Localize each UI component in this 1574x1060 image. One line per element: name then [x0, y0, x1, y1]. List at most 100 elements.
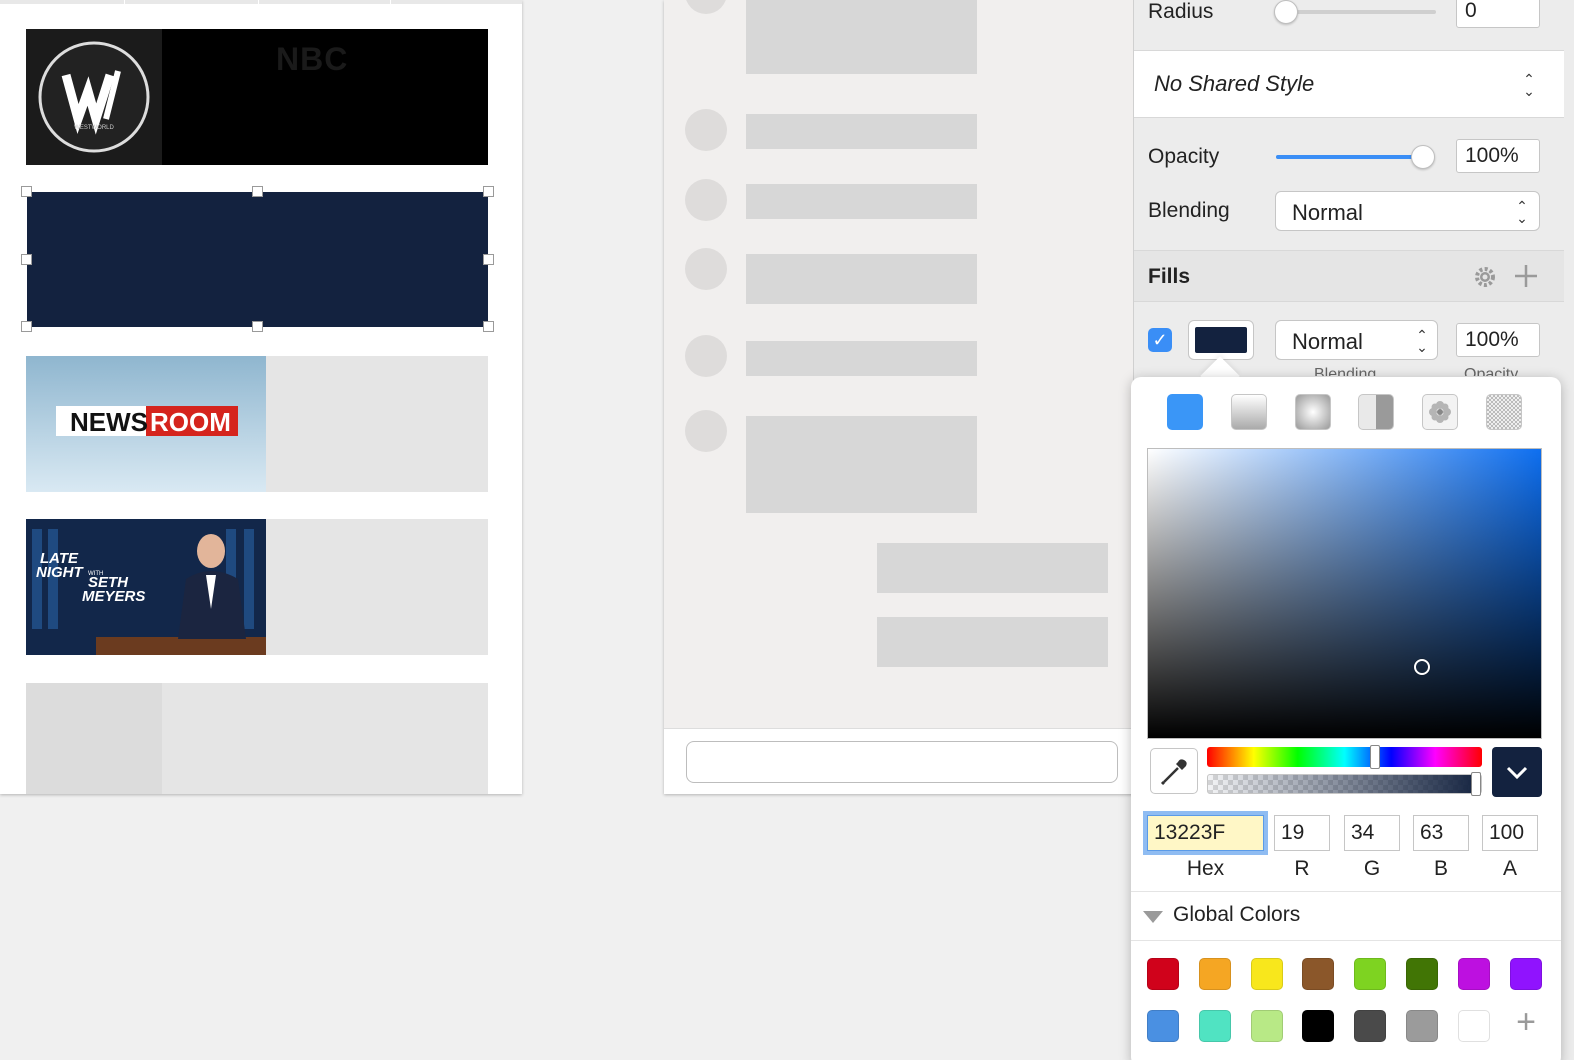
- message-placeholder: [746, 254, 977, 304]
- avatar-placeholder: [685, 179, 727, 221]
- opacity-slider-fill: [1276, 155, 1426, 159]
- alpha-slider[interactable]: [1207, 774, 1482, 794]
- newsroom-logo-text-room: ROOM: [150, 407, 231, 437]
- radial-gradient-icon[interactable]: [1295, 394, 1331, 430]
- resize-handle-bottom-left[interactable]: [21, 321, 32, 332]
- message-placeholder: [746, 341, 977, 376]
- blending-value: Normal: [1292, 200, 1363, 225]
- newsroom-logo-text-news: NEWS: [70, 407, 148, 437]
- radius-slider-knob[interactable]: [1274, 0, 1298, 24]
- reply-placeholder: [877, 543, 1108, 593]
- selected-rectangle[interactable]: [27, 192, 488, 327]
- global-colors-label[interactable]: Global Colors: [1173, 903, 1300, 927]
- global-color-swatch[interactable]: [1302, 1010, 1334, 1042]
- message-placeholder: [746, 0, 977, 74]
- show-card-placeholder[interactable]: [26, 683, 488, 794]
- noise-fill-icon[interactable]: [1486, 394, 1522, 430]
- global-color-swatch[interactable]: [1147, 958, 1179, 990]
- alpha-slider-knob[interactable]: [1471, 772, 1481, 796]
- updown-chevron-icon: ⌃ ⌄: [1416, 327, 1428, 355]
- fill-color-swatch[interactable]: [1188, 320, 1254, 360]
- message-placeholder: [746, 114, 977, 149]
- eyedropper-icon: [1160, 759, 1187, 786]
- red-label: R: [1294, 857, 1310, 880]
- avatar-placeholder: [685, 109, 727, 151]
- resize-handle-top-left[interactable]: [21, 186, 32, 197]
- global-color-swatch[interactable]: [1302, 958, 1334, 990]
- radius-field[interactable]: 0: [1456, 0, 1540, 28]
- avatar-placeholder: [685, 335, 727, 377]
- chevron-down-icon: [1506, 766, 1528, 780]
- divider: [1131, 891, 1561, 892]
- late-night-thumbnail: LATE NIGHT WITH SETH MEYERS: [26, 519, 266, 655]
- blending-label: Blending: [1148, 199, 1230, 222]
- color-preview-toggle[interactable]: [1492, 747, 1542, 797]
- global-color-swatch[interactable]: [1199, 958, 1231, 990]
- updown-chevron-icon: ⌃ ⌄: [1516, 198, 1528, 226]
- fill-blend-select[interactable]: Normal ⌃ ⌄: [1275, 320, 1438, 360]
- solid-fill-icon[interactable]: [1167, 394, 1203, 430]
- add-global-color-icon[interactable]: +: [1510, 1005, 1542, 1039]
- add-fill-icon[interactable]: [1514, 264, 1538, 288]
- avatar-placeholder: [685, 248, 727, 290]
- radius-slider[interactable]: [1276, 10, 1436, 14]
- global-color-swatch[interactable]: [1406, 958, 1438, 990]
- saturation-brightness-picker[interactable]: [1147, 448, 1542, 739]
- westworld-logo-text: WESTWORLD: [74, 125, 114, 131]
- global-color-swatch[interactable]: [1147, 1010, 1179, 1042]
- hex-label: Hex: [1186, 857, 1225, 880]
- fill-opacity-field[interactable]: 100%: [1456, 323, 1540, 357]
- westworld-logo-icon: WESTWORLD: [26, 29, 162, 165]
- blending-select[interactable]: Normal ⌃ ⌄: [1275, 191, 1540, 231]
- global-color-swatch[interactable]: [1354, 958, 1386, 990]
- resize-handle-right[interactable]: [483, 254, 494, 265]
- alpha-input[interactable]: 100: [1482, 815, 1538, 851]
- fills-title: Fills: [1148, 265, 1191, 288]
- divider: [1131, 940, 1561, 941]
- resize-handle-top-right[interactable]: [483, 186, 494, 197]
- global-color-swatch[interactable]: [1199, 1010, 1231, 1042]
- angular-gradient-icon[interactable]: [1358, 394, 1394, 430]
- message-input[interactable]: [686, 741, 1118, 783]
- pattern-fill-icon[interactable]: [1422, 394, 1458, 430]
- fill-opacity-caption: Opacity: [1464, 366, 1519, 376]
- show-card-westworld[interactable]: WESTWORLD NBC: [26, 29, 488, 165]
- placeholder-thumbnail: [26, 683, 162, 794]
- hue-slider[interactable]: [1207, 747, 1482, 767]
- red-input[interactable]: 19: [1274, 815, 1330, 851]
- reply-placeholder: [877, 617, 1108, 667]
- opacity-field[interactable]: 100%: [1456, 139, 1540, 173]
- global-color-swatch[interactable]: [1458, 958, 1490, 990]
- resize-handle-left[interactable]: [21, 254, 32, 265]
- global-color-swatch[interactable]: [1354, 1010, 1386, 1042]
- blue-input[interactable]: 63: [1413, 815, 1469, 851]
- shared-style-value: No Shared Style: [1154, 71, 1315, 96]
- global-color-swatch[interactable]: [1406, 1010, 1438, 1042]
- global-color-swatch[interactable]: [1251, 958, 1283, 990]
- card-title-nbc: NBC: [276, 41, 349, 77]
- global-color-swatch[interactable]: [1458, 1010, 1490, 1042]
- shared-style-select[interactable]: No Shared Style ⌃ ⌄: [1134, 50, 1564, 118]
- alpha-label: A: [1502, 857, 1517, 880]
- linear-gradient-icon[interactable]: [1231, 394, 1267, 430]
- artboard-chat: [664, 0, 1134, 794]
- eyedropper-button[interactable]: [1150, 748, 1198, 794]
- hex-input[interactable]: 13223F: [1143, 811, 1268, 855]
- global-color-swatch[interactable]: [1510, 958, 1542, 990]
- gear-icon[interactable]: [1472, 264, 1498, 290]
- avatar-placeholder: [685, 410, 727, 452]
- fill-enabled-checkbox[interactable]: ✓: [1148, 328, 1172, 352]
- composer-bar: [664, 728, 1134, 794]
- resize-handle-top[interactable]: [252, 186, 263, 197]
- show-card-newsroom[interactable]: NEWS ROOM: [26, 356, 488, 492]
- fill-blend-caption: Blending: [1314, 366, 1377, 376]
- disclosure-triangle-icon[interactable]: [1142, 909, 1164, 925]
- hue-slider-knob[interactable]: [1370, 745, 1380, 769]
- global-color-swatch[interactable]: [1251, 1010, 1283, 1042]
- color-picker-cursor[interactable]: [1414, 659, 1430, 675]
- opacity-slider-knob[interactable]: [1411, 145, 1435, 169]
- green-input[interactable]: 34: [1344, 815, 1400, 851]
- resize-handle-bottom-right[interactable]: [483, 321, 494, 332]
- resize-handle-bottom[interactable]: [252, 321, 263, 332]
- show-card-late-night[interactable]: LATE NIGHT WITH SETH MEYERS: [26, 519, 488, 655]
